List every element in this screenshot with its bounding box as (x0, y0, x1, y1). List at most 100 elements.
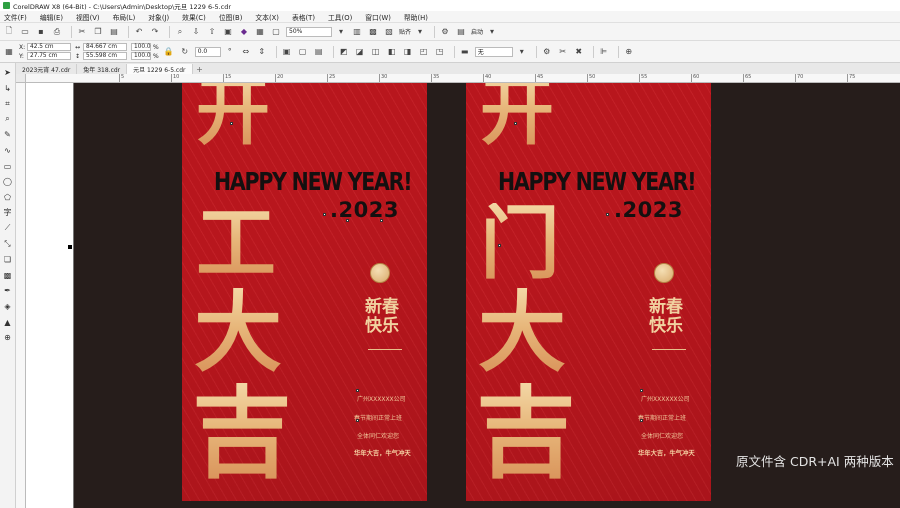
company-line[interactable]: 广州XXXXXX公司 (357, 394, 406, 403)
snap-dropdown-icon[interactable]: ▾ (414, 26, 426, 38)
mirror-horizontal-icon[interactable]: ⇔ (240, 46, 252, 58)
year-text[interactable]: .2023 (614, 198, 683, 222)
menu-layout[interactable]: 布局(L) (113, 12, 136, 22)
menu-view[interactable]: 视图(V) (76, 12, 100, 22)
scale-x-input[interactable]: 100.0 (131, 43, 151, 51)
lock-ratio-icon[interactable]: 🔒 (163, 46, 175, 58)
headline-text[interactable]: HAPPY NEW YEAR! (214, 167, 413, 196)
y-position-input[interactable]: 27.75 cm (27, 52, 71, 60)
export-icon[interactable]: ⇧ (206, 26, 218, 38)
print-icon[interactable]: ⎙ (51, 26, 63, 38)
zoom-dropdown-icon[interactable]: ▾ (335, 26, 347, 38)
menu-effects[interactable]: 效果(C) (182, 12, 206, 22)
menu-edit[interactable]: 编辑(E) (40, 12, 63, 22)
selection-node[interactable] (640, 419, 643, 422)
ungroup-icon[interactable]: ▢ (297, 46, 309, 58)
menu-object[interactable]: 对象(J) (148, 12, 169, 22)
polygon-tool-icon[interactable]: ⬠ (2, 192, 13, 203)
remove-node-icon[interactable]: ✖ (573, 46, 585, 58)
outline-dropdown-icon[interactable]: ▾ (516, 46, 528, 58)
year-text[interactable]: .2023 (330, 198, 399, 222)
ungroup-all-icon[interactable]: ▤ (313, 46, 325, 58)
interactive-fill-icon[interactable]: ◈ (2, 301, 13, 312)
welcome-line[interactable]: 全体同仁欢迎您 (357, 431, 399, 440)
drawing-canvas[interactable]: 开 工 大 吉 HAPPY NEW YEAR! .2023 新春 快乐 广州XX… (74, 83, 900, 508)
menu-help[interactable]: 帮助(H) (404, 12, 428, 22)
open-icon[interactable]: ▭ (19, 26, 31, 38)
text-tool-icon[interactable]: 字 (2, 207, 13, 218)
rotation-angle-input[interactable]: 0.0 (194, 46, 221, 57)
poster-right[interactable]: 开 门 大 吉 HAPPY NEW YEAR! .2023 新春 快乐 广州XX… (466, 83, 711, 501)
launch-dropdown-icon[interactable]: ▾ (486, 26, 498, 38)
undo-icon[interactable]: ↶ (133, 26, 145, 38)
calligraphy-char-2[interactable]: 工 (196, 203, 276, 283)
launch-label[interactable]: 启动 (471, 27, 483, 36)
show-guidelines-icon[interactable]: ▧ (383, 26, 395, 38)
zoom-tool-icon[interactable]: ⌕ (2, 114, 13, 125)
calligraphy-char-4[interactable]: 吉 (476, 383, 576, 483)
menu-table[interactable]: 表格(T) (292, 12, 315, 22)
search-content-icon[interactable]: ⌕ (174, 26, 186, 38)
selection-node[interactable] (356, 389, 359, 392)
mirror-vertical-icon[interactable]: ⇕ (256, 46, 268, 58)
tab-document-1[interactable]: 2023元宵 47.cdr (16, 64, 78, 74)
menu-bitmaps[interactable]: 位图(B) (219, 12, 243, 22)
drop-shadow-icon[interactable]: ❏ (2, 254, 13, 265)
selection-node[interactable] (640, 389, 643, 392)
menu-tools[interactable]: 工具(O) (328, 12, 352, 22)
tab-document-3[interactable]: 元旦 1229 6-5.cdr (127, 64, 193, 74)
menu-text[interactable]: 文本(X) (255, 12, 279, 22)
selection-handle[interactable] (68, 245, 72, 249)
selection-node[interactable] (498, 244, 501, 247)
calligraphy-char-2[interactable]: 门 (480, 203, 560, 283)
smart-fill-icon[interactable]: ▲ (2, 317, 13, 328)
parallel-dimension-icon[interactable]: ⟋ (2, 223, 13, 234)
paste-icon[interactable]: ▤ (108, 26, 120, 38)
add-toolbar-item-icon[interactable]: ⊕ (623, 46, 635, 58)
calligraphy-char-1[interactable]: 开 (196, 83, 270, 149)
copy-icon[interactable]: ❐ (92, 26, 104, 38)
tab-document-2[interactable]: 兔年 318.cdr (77, 64, 128, 74)
workspace-margin[interactable] (26, 83, 74, 508)
calligraphy-char-3[interactable]: 大 (194, 288, 282, 376)
zoom-level-select[interactable]: 50% (286, 26, 332, 37)
save-icon[interactable]: ▪ (35, 26, 47, 38)
outline-width-icon[interactable]: ▬ (459, 46, 471, 58)
selection-node[interactable] (606, 213, 609, 216)
options-gear-icon[interactable]: ⚙ (439, 26, 451, 38)
selection-node[interactable] (356, 419, 359, 422)
schedule-line[interactable]: 春节期间正常上班 (638, 413, 686, 422)
eyedropper-icon[interactable]: ✒ (2, 285, 13, 296)
weld-icon[interactable]: ◩ (338, 46, 350, 58)
connector-tool-icon[interactable]: ⤡ (2, 239, 13, 250)
horizontal-ruler[interactable]: 5 10 15 20 25 30 35 40 45 50 55 60 65 70… (26, 74, 900, 83)
publish-pdf-icon[interactable]: ▣ (222, 26, 234, 38)
trim-icon[interactable]: ◪ (354, 46, 366, 58)
crop-tool-icon[interactable]: ⌗ (2, 98, 13, 109)
menu-file[interactable]: 文件(F) (4, 12, 27, 22)
vertical-ruler[interactable] (16, 83, 26, 508)
calligraphy-char-1[interactable]: 开 (480, 83, 554, 149)
ellipse-tool-icon[interactable]: ◯ (2, 176, 13, 187)
menu-window[interactable]: 窗口(W) (365, 12, 391, 22)
company-line[interactable]: 广州XXXXXX公司 (641, 394, 690, 403)
back-minus-front-icon[interactable]: ◰ (418, 46, 430, 58)
rotation-icon[interactable]: ↻ (179, 46, 191, 58)
launch-icon[interactable]: ▤ (455, 26, 467, 38)
add-tool-plus-icon[interactable]: ⊕ (2, 332, 13, 343)
x-position-input[interactable]: 42.5 cm (27, 43, 71, 51)
intersect-icon[interactable]: ◫ (370, 46, 382, 58)
rectangle-tool-icon[interactable]: ▭ (2, 161, 13, 172)
artistic-media-icon[interactable]: ∿ (2, 145, 13, 156)
schedule-line[interactable]: 春节期间正常上班 (354, 413, 402, 422)
calligraphy-char-4[interactable]: 吉 (192, 383, 292, 483)
height-input[interactable]: 55.598 cm (83, 52, 127, 60)
group-icon[interactable]: ▣ (281, 46, 293, 58)
app-launcher-icon[interactable]: ◆ (238, 26, 250, 38)
full-screen-icon[interactable]: ▢ (270, 26, 282, 38)
blessing-line[interactable]: 华年大吉，牛气冲天 (354, 448, 411, 457)
snap-to-label[interactable]: 贴齐 (399, 27, 411, 36)
ruler-origin[interactable] (16, 74, 26, 83)
quick-customize-icon[interactable]: ⚙ (541, 46, 553, 58)
selection-node[interactable] (346, 219, 349, 222)
